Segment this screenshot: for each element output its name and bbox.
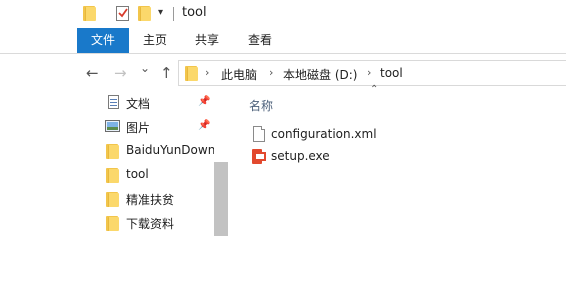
quick-access-dropdown-icon[interactable]: ▾ [158,7,163,18]
sidebar-item-label: 文档 [126,97,151,111]
sidebar-item-label: 下载资料 [126,217,175,231]
navigation-pane: 文档 📌 图片 📌 BaiduYunDownload tool 精准扶贫 下载资… [0,90,228,236]
column-header-name[interactable]: 名称 [249,97,273,114]
file-name: setup.exe [271,149,330,163]
folder-icon [83,5,97,21]
address-bar[interactable]: › 此电脑 › 本地磁盘 (D:) › tool [178,60,566,86]
nav-scrollbar-thumb[interactable] [214,162,228,236]
folder-icon [106,143,120,159]
tab-share[interactable]: 共享 [189,28,225,53]
folder-icon [185,65,199,81]
file-name: configuration.xml [271,127,377,141]
sidebar-item-documents[interactable]: 文档 📌 [104,92,214,114]
sidebar-item-label: 精准扶贫 [126,193,175,207]
new-folder-icon[interactable] [138,5,152,21]
window-title: tool [182,5,207,20]
documents-icon [106,95,120,110]
file-item[interactable]: setup.exe [251,147,451,167]
forward-button[interactable]: → [114,64,127,82]
up-button[interactable]: ↑ [160,64,173,82]
sidebar-item-label: 图片 [126,121,151,135]
folder-icon [106,191,120,207]
breadcrumb-separator[interactable]: › [205,66,209,79]
office-setup-icon [252,149,266,164]
breadcrumb-this-pc[interactable]: 此电脑 [221,66,257,83]
recent-locations-button[interactable]: ⌄ [140,61,150,75]
tab-view[interactable]: 查看 [242,28,278,53]
title-bar: ▾ tool [0,0,566,28]
back-button[interactable]: ← [86,64,99,82]
sidebar-item-downloads-materials[interactable]: 下载资料 [104,212,214,234]
sidebar-item-label: BaiduYunDownload [126,143,214,157]
folder-icon [106,215,120,231]
sort-indicator-icon[interactable]: ⌃ [370,84,378,95]
tab-home[interactable]: 主页 [137,28,173,53]
breadcrumb-separator[interactable]: › [367,66,371,79]
xml-file-icon [253,126,265,142]
breadcrumb-local-disk[interactable]: 本地磁盘 (D:) [283,66,357,83]
address-row: ← → ⌄ ↑ › 此电脑 › 本地磁盘 (D:) › tool [0,58,566,88]
sidebar-item-tool[interactable]: tool [104,164,214,186]
title-divider [173,7,174,21]
folder-icon [106,167,120,183]
sidebar-item-pictures[interactable]: 图片 📌 [104,116,214,138]
properties-icon[interactable] [115,5,131,22]
breadcrumb-separator[interactable]: › [269,66,273,79]
file-item[interactable]: configuration.xml [251,125,451,145]
pictures-icon [105,120,120,132]
sidebar-item-poverty-alleviation[interactable]: 精准扶贫 [104,188,214,210]
tab-file[interactable]: 文件 [77,28,129,53]
ribbon-tabs: 文件 主页 共享 查看 [0,28,566,54]
breadcrumb-tool[interactable]: tool [380,66,403,80]
pin-icon[interactable]: 📌 [198,96,210,107]
pin-icon[interactable]: 📌 [198,120,210,131]
sidebar-item-baiduyundownload[interactable]: BaiduYunDownload [104,140,214,162]
sidebar-item-label: tool [126,167,149,181]
